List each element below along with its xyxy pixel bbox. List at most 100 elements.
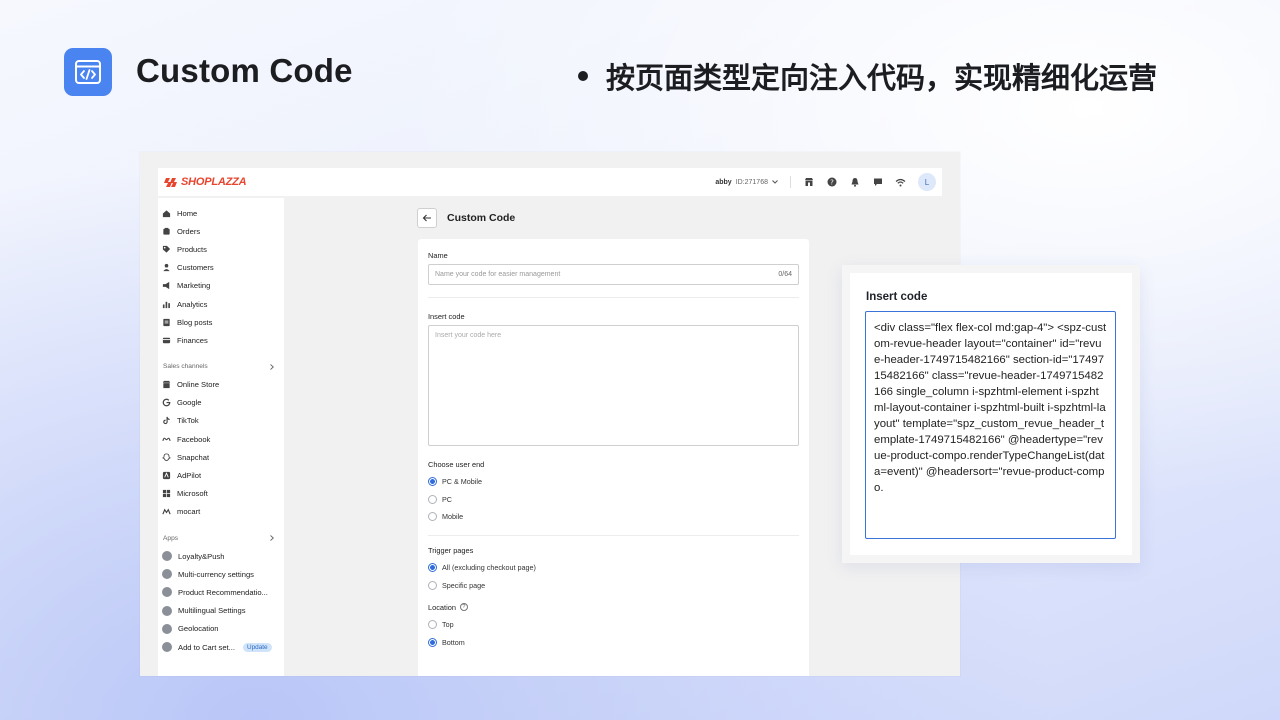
insert-code-textarea[interactable]: Insert your code here <box>428 325 799 446</box>
logo-text: SHOPLAZZA <box>181 176 247 188</box>
trigger-pages-option[interactable]: All (excluding checkout page) <box>428 559 799 577</box>
sidebar-item[interactable]: Add to Cart set... Update <box>158 638 284 656</box>
sidebar-item-label: Snapchat <box>177 452 210 462</box>
sidebar-item[interactable]: Home <box>158 204 284 222</box>
radio-unselected[interactable] <box>428 512 437 522</box>
hero-bullet: 按页面类型定向注入代码，实现精细化运营 <box>578 55 1157 97</box>
help-icon[interactable]: ? <box>826 177 837 188</box>
sidebar-item-label: TikTok <box>177 416 199 426</box>
sidebar-item[interactable]: Loyalty&Push <box>158 547 284 565</box>
location-option[interactable]: Top <box>428 616 799 634</box>
sidebar-item-label: Add to Cart set... <box>178 642 235 652</box>
app-icon <box>162 642 172 653</box>
home-icon <box>162 209 171 218</box>
trigger-pages-option[interactable]: Specific page <box>428 576 799 594</box>
bullet-dot <box>578 71 588 81</box>
radio-unselected[interactable] <box>428 620 437 630</box>
sidebar-item[interactable]: Multi-currency settings <box>158 565 284 583</box>
location-option-label: Bottom <box>442 637 465 647</box>
radio-selected[interactable] <box>428 637 437 647</box>
sidebar-item-label: Finances <box>177 335 208 345</box>
sidebar-item-label: Microsoft <box>177 489 208 499</box>
zoom-inner: Insert code <div class="flex flex-col md… <box>850 273 1132 555</box>
name-placeholder: Name your code for easier management <box>435 271 561 278</box>
admin-screenshot: SHOPLAZZA abby ID:271768 ? L Home Orders… <box>140 152 960 676</box>
microsoft-icon <box>162 489 171 498</box>
page-title: Custom Code <box>447 212 516 224</box>
sidebar-item-label: Geolocation <box>178 624 219 634</box>
sidebar-item[interactable]: Google <box>158 394 284 412</box>
zoom-insert-code-label: Insert code <box>866 291 928 303</box>
app-icon <box>162 587 172 598</box>
sidebar-item[interactable]: Orders <box>158 222 284 240</box>
tag-icon <box>162 245 171 254</box>
sidebar-item-label: Marketing <box>177 281 211 291</box>
radio-selected[interactable] <box>428 477 437 487</box>
account-name: abby <box>715 178 732 186</box>
radio-selected[interactable] <box>428 563 437 573</box>
sidebar-item[interactable]: mocart <box>158 503 284 521</box>
sidebar-item-label: Product Recommendatio... <box>178 587 268 597</box>
divider <box>428 297 799 298</box>
sidebar-item[interactable]: Customers <box>158 259 284 277</box>
bell-icon[interactable] <box>849 177 860 188</box>
blog-icon <box>162 318 171 327</box>
sidebar-item[interactable]: Products <box>158 240 284 258</box>
insert-code-placeholder: Insert your code here <box>435 332 502 339</box>
sidebar-item[interactable]: Online Store <box>158 376 284 394</box>
user-end-option[interactable]: PC <box>428 491 799 509</box>
chat-icon[interactable] <box>872 177 883 188</box>
sidebar-item[interactable]: Analytics <box>158 295 284 313</box>
sidebar-item-label: Loyalty&Push <box>178 551 225 561</box>
radio-unselected[interactable] <box>428 494 437 504</box>
update-badge[interactable]: Update <box>242 642 272 652</box>
sidebar-item[interactable]: Geolocation <box>158 620 284 638</box>
page-header: Custom Code <box>417 208 515 228</box>
shoplazza-mark-icon <box>164 177 177 187</box>
name-input[interactable]: Name your code for easier management 0/6… <box>428 264 799 285</box>
google-icon <box>162 398 171 407</box>
finance-icon <box>162 336 171 345</box>
zoom-code-textarea[interactable]: <div class="flex flex-col md:gap-4"> <sp… <box>865 311 1116 539</box>
hero-title: Custom Code <box>136 52 353 89</box>
sidebar-item[interactable]: Blog posts <box>158 313 284 331</box>
sidebar-item[interactable]: TikTok <box>158 412 284 430</box>
mocart-icon <box>162 507 171 516</box>
shoplazza-logo[interactable]: SHOPLAZZA <box>164 176 247 188</box>
location-label: Location <box>428 602 456 612</box>
sidebar-item[interactable]: Snapchat <box>158 448 284 466</box>
account-switcher[interactable]: abby ID:271768 <box>715 179 778 186</box>
sidebar-item-label: mocart <box>177 507 201 517</box>
avatar[interactable]: L <box>918 173 936 191</box>
sidebar-item[interactable]: Multilingual Settings <box>158 602 284 620</box>
sales-channels-section[interactable]: Sales channels <box>158 358 284 376</box>
apps-section[interactable]: Apps <box>158 529 284 547</box>
account-id: ID:271768 <box>735 178 768 186</box>
topbar-actions: abby ID:271768 ? L <box>715 173 936 191</box>
user-end-label: Choose user end <box>428 460 485 469</box>
meta-icon <box>162 435 171 444</box>
sidebar-item-label: Multi-currency settings <box>178 569 254 579</box>
radio-unselected[interactable] <box>428 580 437 590</box>
sidebar-item[interactable]: Facebook <box>158 430 284 448</box>
back-button[interactable] <box>417 208 437 228</box>
sidebar-item[interactable]: Product Recommendatio... <box>158 583 284 601</box>
orders-icon <box>162 227 171 236</box>
sidebar-item-label: Products <box>177 244 207 254</box>
sidebar-item[interactable]: AdPilot <box>158 466 284 484</box>
user-end-option[interactable]: PC & Mobile <box>428 473 799 491</box>
sidebar-item[interactable]: Finances <box>158 331 284 349</box>
topbar-divider <box>790 176 791 188</box>
user-end-option[interactable]: Mobile <box>428 508 799 526</box>
arrow-left-icon <box>422 214 431 222</box>
sidebar-item[interactable]: Marketing <box>158 277 284 295</box>
sidebar-item[interactable]: Microsoft <box>158 485 284 503</box>
help-icon[interactable]: ? <box>459 603 468 612</box>
sidebar-item-label: Facebook <box>177 434 211 444</box>
top-bar: SHOPLAZZA abby ID:271768 ? L <box>158 168 942 196</box>
store-icon[interactable] <box>803 177 814 188</box>
bar-chart-icon <box>162 300 171 309</box>
wifi-icon[interactable] <box>895 177 906 188</box>
location-option[interactable]: Bottom <box>428 634 799 652</box>
app-icon <box>162 569 172 580</box>
